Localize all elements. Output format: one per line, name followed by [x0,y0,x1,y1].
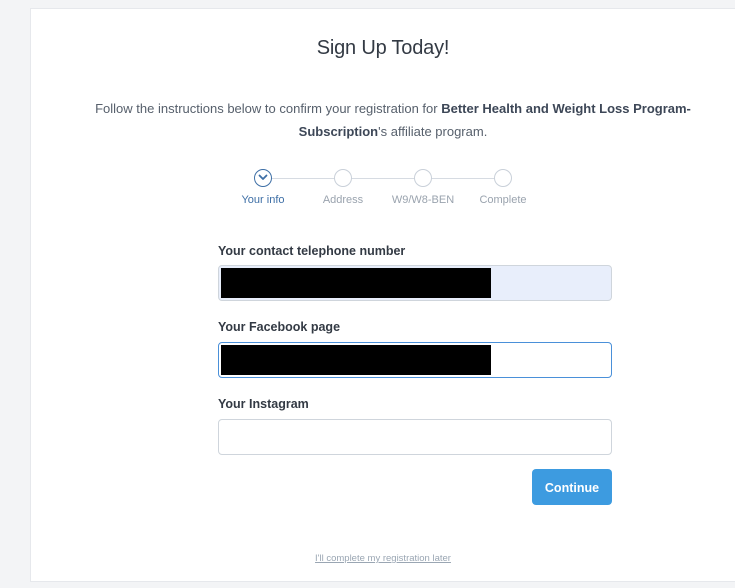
instagram-input[interactable] [219,420,611,454]
complete-later-link[interactable]: I'll complete my registration later [31,553,735,564]
instagram-label: Your Instagram [218,397,309,411]
progress-stepper: Your info Address W9/W8-BEN Complete [223,169,543,209]
continue-button[interactable]: Continue [532,469,612,505]
signup-card: Sign Up Today! Follow the instructions b… [30,8,735,582]
redaction-block [221,268,491,298]
step-circle [254,169,272,187]
page-title: Sign Up Today! [316,37,450,59]
step-w9-w8-ben: W9/W8-BEN [383,169,463,206]
intro-after: 's affiliate program. [378,124,488,139]
step-circle [414,169,432,187]
telephone-label: Your contact telephone number [218,244,406,258]
step-label: Complete [479,194,527,206]
step-your-info: Your info [223,169,303,206]
step-complete: Complete [463,169,543,206]
step-label: Address [322,194,364,206]
telephone-field[interactable] [218,265,612,301]
step-address: Address [303,169,383,206]
instagram-field[interactable] [218,419,612,455]
step-circle [334,169,352,187]
facebook-label: Your Facebook page [218,320,341,334]
chevron-down-icon [258,174,268,180]
step-label: Your info [241,194,285,206]
facebook-field[interactable] [218,342,612,378]
redaction-block [221,345,491,375]
step-circle [494,169,512,187]
intro-text: Follow the instructions below to confirm… [65,97,721,143]
intro-before: Follow the instructions below to confirm… [95,101,442,116]
step-label: W9/W8-BEN [391,194,455,206]
